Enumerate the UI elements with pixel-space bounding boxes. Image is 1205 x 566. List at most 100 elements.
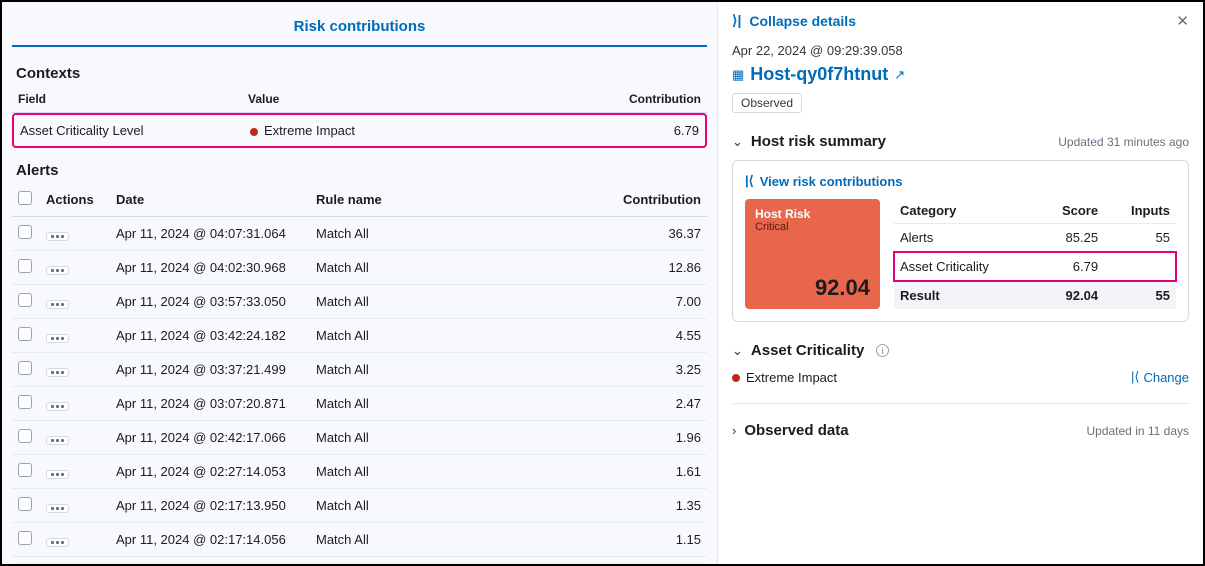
alert-date: Apr 11, 2024 @ 02:17:13.950 (110, 489, 310, 523)
risk-contributions-pane: Risk contributions Contexts Field Value … (2, 2, 717, 564)
row-checkbox[interactable] (18, 327, 32, 341)
collapse-details-button[interactable]: ⟩| Collapse details (732, 10, 1189, 39)
alert-contribution: 1.96 (494, 421, 707, 455)
alert-rule: Match All (310, 217, 494, 251)
contexts-table: Field Value Contribution (12, 86, 707, 113)
alert-rule: Match All (310, 387, 494, 421)
alert-contribution: 36.37 (494, 217, 707, 251)
alert-contribution: 2.47 (494, 387, 707, 421)
alert-rule: Match All (310, 489, 494, 523)
host-risk-tile: Host Risk Critical 92.04 (745, 199, 880, 309)
context-row-highlight: Asset Criticality Level Extreme Impact 6… (12, 113, 707, 148)
alert-rule: Match All (310, 251, 494, 285)
alert-rule: Match All (310, 523, 494, 557)
criticality-value: Extreme Impact (732, 370, 837, 385)
row-actions-button[interactable] (46, 402, 69, 411)
alert-date: Apr 11, 2024 @ 04:07:31.064 (110, 217, 310, 251)
alerts-table: Actions Date Rule name Contribution Apr … (12, 183, 707, 557)
table-row: Apr 11, 2024 @ 03:37:21.499Match All3.25 (12, 353, 707, 387)
table-row: Apr 11, 2024 @ 03:57:33.050Match All7.00 (12, 285, 707, 319)
table-row-result: Result 92.04 55 (894, 281, 1176, 309)
alert-date: Apr 11, 2024 @ 04:02:30.968 (110, 251, 310, 285)
alert-date: Apr 11, 2024 @ 03:37:21.499 (110, 353, 310, 387)
alert-rule: Match All (310, 319, 494, 353)
host-icon: ▦ (732, 67, 744, 83)
table-row: Apr 11, 2024 @ 04:07:31.064Match All36.3… (12, 217, 707, 251)
alert-rule: Match All (310, 455, 494, 489)
alert-rule: Match All (310, 421, 494, 455)
risk-summary-card: |⟨ View risk contributions Host Risk Cri… (732, 160, 1189, 322)
row-actions-button[interactable] (46, 266, 69, 275)
col-date: Date (110, 183, 310, 217)
col-value: Value (242, 86, 400, 113)
row-checkbox[interactable] (18, 259, 32, 273)
alert-contribution: 7.00 (494, 285, 707, 319)
alerts-heading: Alerts (16, 162, 707, 179)
col-rule-name: Rule name (310, 183, 494, 217)
table-row: Apr 11, 2024 @ 02:27:14.053Match All1.61 (12, 455, 707, 489)
row-checkbox[interactable] (18, 293, 32, 307)
observed-data-title: Observed data (744, 422, 848, 439)
row-actions-button[interactable] (46, 334, 69, 343)
row-checkbox[interactable] (18, 395, 32, 409)
context-contribution: 6.79 (594, 115, 705, 146)
asset-criticality-title: Asset Criticality (751, 342, 864, 359)
col-category: Category (894, 199, 1036, 223)
table-row-highlight: Asset Criticality 6.79 (894, 252, 1176, 281)
alert-contribution: 1.35 (494, 489, 707, 523)
row-actions-button[interactable] (46, 368, 69, 377)
more-alerts-callout: i 45 more alerts contributed 12.68 to th… (12, 563, 707, 564)
row-actions-button[interactable] (46, 232, 69, 241)
row-actions-button[interactable] (46, 300, 69, 309)
row-checkbox[interactable] (18, 361, 32, 375)
context-field: Asset Criticality Level (14, 115, 244, 146)
view-risk-contributions-link[interactable]: |⟨ View risk contributions (745, 173, 1176, 189)
context-value: Extreme Impact (244, 115, 594, 146)
host-name-link[interactable]: Host-qy0f7htnut (750, 64, 888, 85)
alert-date: Apr 11, 2024 @ 03:42:24.182 (110, 319, 310, 353)
alert-date: Apr 11, 2024 @ 02:42:17.066 (110, 421, 310, 455)
alert-rule: Match All (310, 353, 494, 387)
alert-contribution: 1.61 (494, 455, 707, 489)
tab-risk-contributions[interactable]: Risk contributions (12, 10, 707, 47)
row-actions-button[interactable] (46, 538, 69, 547)
alert-contribution: 12.86 (494, 251, 707, 285)
row-checkbox[interactable] (18, 429, 32, 443)
close-icon[interactable]: ✕ (1176, 12, 1189, 30)
details-pane: ⟩| Collapse details ✕ Apr 22, 2024 @ 09:… (717, 2, 1203, 564)
criticality-dot-icon (732, 374, 740, 382)
observed-badge: Observed (732, 93, 802, 113)
detail-timestamp: Apr 22, 2024 @ 09:29:39.058 (732, 43, 1189, 58)
help-icon[interactable]: i (876, 344, 889, 357)
alert-date: Apr 11, 2024 @ 03:07:20.871 (110, 387, 310, 421)
observed-updated-text: Updated in 11 days (1086, 424, 1189, 438)
chevron-down-icon[interactable]: ⌄ (732, 134, 743, 150)
row-actions-button[interactable] (46, 436, 69, 445)
alert-contribution: 3.25 (494, 353, 707, 387)
back-icon: |⟨ (1131, 369, 1139, 385)
risk-tile-score: 92.04 (815, 275, 870, 301)
col-contribution: Contribution (494, 183, 707, 217)
contexts-heading: Contexts (16, 65, 707, 82)
chevron-right-icon[interactable]: › (732, 423, 736, 438)
host-risk-summary-title: Host risk summary (751, 133, 886, 150)
summary-updated-text: Updated 31 minutes ago (1058, 135, 1189, 149)
external-link-icon[interactable]: ↗ (894, 67, 905, 83)
alert-rule: Match All (310, 285, 494, 319)
risk-tile-title: Host Risk (755, 207, 870, 221)
alert-date: Apr 11, 2024 @ 02:17:14.056 (110, 523, 310, 557)
row-checkbox[interactable] (18, 497, 32, 511)
row-checkbox[interactable] (18, 225, 32, 239)
divider (732, 403, 1189, 404)
chevron-down-icon[interactable]: ⌄ (732, 343, 743, 359)
table-row: Apr 11, 2024 @ 03:42:24.182Match All4.55 (12, 319, 707, 353)
col-inputs: Inputs (1104, 199, 1176, 223)
row-checkbox[interactable] (18, 463, 32, 477)
collapse-icon: ⟩| (732, 12, 741, 29)
col-contribution: Contribution (400, 86, 707, 113)
row-actions-button[interactable] (46, 470, 69, 479)
row-actions-button[interactable] (46, 504, 69, 513)
select-all-checkbox[interactable] (18, 191, 32, 205)
change-criticality-button[interactable]: |⟨ Change (1131, 369, 1189, 385)
row-checkbox[interactable] (18, 531, 32, 545)
